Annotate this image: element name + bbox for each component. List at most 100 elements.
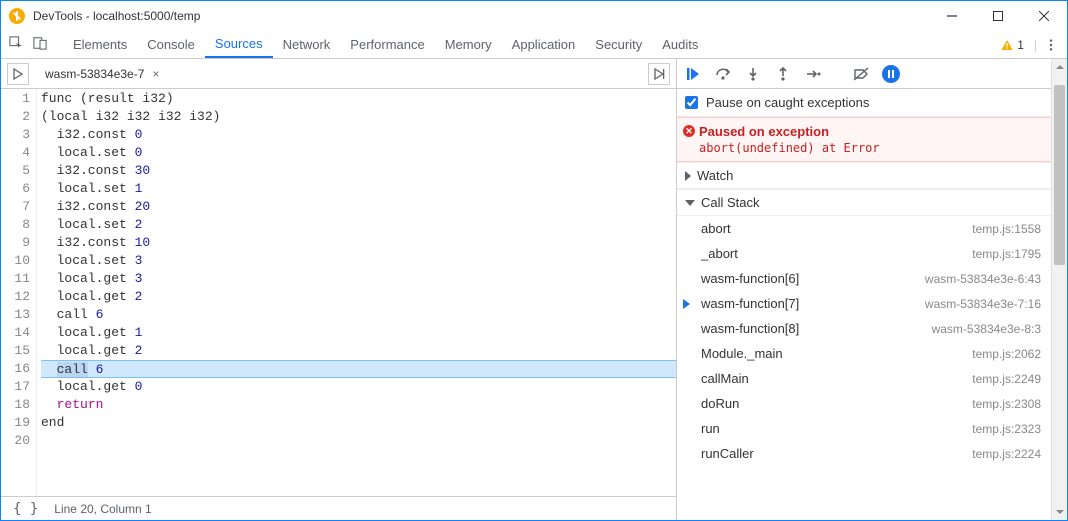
warnings-badge[interactable]: 1 bbox=[1001, 38, 1024, 52]
tab-memory[interactable]: Memory bbox=[435, 31, 502, 58]
code-line[interactable]: local.set 0 bbox=[41, 144, 676, 162]
tab-security[interactable]: Security bbox=[585, 31, 652, 58]
code-line[interactable]: i32.const 0 bbox=[41, 126, 676, 144]
callstack-frame[interactable]: aborttemp.js:1558 bbox=[677, 216, 1051, 241]
callstack-frame[interactable]: wasm-function[7]wasm-53834e3e-7:16 bbox=[677, 291, 1051, 316]
callstack-frame[interactable]: _aborttemp.js:1795 bbox=[677, 241, 1051, 266]
resume-button[interactable] bbox=[681, 62, 705, 86]
code-line[interactable]: end bbox=[41, 414, 676, 432]
tab-performance[interactable]: Performance bbox=[340, 31, 434, 58]
code-line[interactable]: local.set 3 bbox=[41, 252, 676, 270]
tab-application[interactable]: Application bbox=[502, 31, 586, 58]
frame-location: temp.js:2323 bbox=[972, 422, 1041, 436]
callstack-frame[interactable]: runtemp.js:2323 bbox=[677, 416, 1051, 441]
tab-console[interactable]: Console bbox=[137, 31, 205, 58]
tab-sources[interactable]: Sources bbox=[205, 31, 273, 58]
right-panel-scrollbar[interactable] bbox=[1051, 59, 1067, 520]
code-line[interactable]: local.get 2 bbox=[41, 342, 676, 360]
frame-location: temp.js:2224 bbox=[972, 447, 1041, 461]
frame-location: temp.js:1795 bbox=[972, 247, 1041, 261]
pretty-print-icon[interactable]: { } bbox=[13, 501, 38, 517]
code-area[interactable]: func (result i32)(local i32 i32 i32 i32)… bbox=[37, 89, 676, 496]
code-line[interactable]: local.set 1 bbox=[41, 180, 676, 198]
frame-location: temp.js:1558 bbox=[972, 222, 1041, 236]
line-gutter: 1234567891011121314151617181920 bbox=[1, 89, 37, 496]
step-into-button[interactable] bbox=[741, 62, 765, 86]
error-icon: ✕ bbox=[683, 125, 695, 137]
close-file-icon[interactable]: × bbox=[152, 67, 159, 81]
callstack-label: Call Stack bbox=[701, 195, 760, 210]
frame-function: run bbox=[701, 421, 972, 436]
code-line[interactable]: func (result i32) bbox=[41, 90, 676, 108]
callstack-frame[interactable]: doRuntemp.js:2308 bbox=[677, 391, 1051, 416]
frame-function: wasm-function[7] bbox=[701, 296, 925, 311]
code-line[interactable]: call 6 bbox=[41, 360, 676, 378]
pause-on-exceptions-button[interactable] bbox=[879, 62, 903, 86]
pause-on-caught-checkbox[interactable] bbox=[685, 96, 698, 109]
code-line[interactable]: (local i32 i32 i32 i32) bbox=[41, 108, 676, 126]
frame-function: abort bbox=[701, 221, 972, 236]
code-line[interactable]: return bbox=[41, 396, 676, 414]
frame-function: doRun bbox=[701, 396, 972, 411]
callstack-list[interactable]: aborttemp.js:1558_aborttemp.js:1795wasm-… bbox=[677, 216, 1051, 520]
code-line[interactable]: local.get 3 bbox=[41, 270, 676, 288]
paused-message: abort(undefined) at Error bbox=[699, 141, 1041, 155]
step-over-button[interactable] bbox=[711, 62, 735, 86]
pause-on-caught-label: Pause on caught exceptions bbox=[706, 95, 869, 110]
editor-statusbar: { } Line 20, Column 1 bbox=[1, 496, 676, 520]
frame-location: wasm-53834e3e-7:16 bbox=[925, 297, 1041, 311]
code-line[interactable]: local.get 0 bbox=[41, 378, 676, 396]
callstack-frame[interactable]: Module._maintemp.js:2062 bbox=[677, 341, 1051, 366]
more-tabs-icon[interactable] bbox=[648, 63, 670, 85]
frame-location: temp.js:2062 bbox=[972, 347, 1041, 361]
device-toolbar-icon[interactable] bbox=[33, 36, 47, 53]
step-button[interactable] bbox=[801, 62, 825, 86]
debugger-toolbar bbox=[677, 59, 1051, 89]
pause-on-caught-checkbox-row[interactable]: Pause on caught exceptions bbox=[677, 89, 1051, 117]
source-file-name: wasm-53834e3e-7 bbox=[45, 67, 144, 81]
frame-function: Module._main bbox=[701, 346, 972, 361]
tab-audits[interactable]: Audits bbox=[652, 31, 708, 58]
callstack-frame[interactable]: callMaintemp.js:2249 bbox=[677, 366, 1051, 391]
code-line[interactable] bbox=[41, 432, 676, 450]
frame-function: _abort bbox=[701, 246, 972, 261]
devtools-tabs: ElementsConsoleSourcesNetworkPerformance… bbox=[1, 31, 1067, 59]
code-editor[interactable]: 1234567891011121314151617181920 func (re… bbox=[1, 89, 676, 496]
callstack-frame[interactable]: wasm-function[6]wasm-53834e3e-6:43 bbox=[677, 266, 1051, 291]
code-line[interactable]: local.set 2 bbox=[41, 216, 676, 234]
watch-label: Watch bbox=[697, 168, 733, 183]
window-close-button[interactable] bbox=[1021, 1, 1067, 31]
code-line[interactable]: local.get 1 bbox=[41, 324, 676, 342]
source-file-tabbar: wasm-53834e3e-7 × bbox=[1, 59, 676, 89]
inspect-element-icon[interactable] bbox=[9, 36, 23, 53]
watch-pane-header[interactable]: Watch bbox=[677, 162, 1051, 189]
scrollbar-thumb[interactable] bbox=[1054, 85, 1065, 265]
collapse-icon bbox=[685, 200, 695, 206]
code-line[interactable]: local.get 2 bbox=[41, 288, 676, 306]
tab-network[interactable]: Network bbox=[273, 31, 341, 58]
frame-location: temp.js:2249 bbox=[972, 372, 1041, 386]
callstack-pane-header[interactable]: Call Stack bbox=[677, 189, 1051, 216]
window-minimize-button[interactable] bbox=[929, 1, 975, 31]
deactivate-breakpoints-button[interactable] bbox=[849, 62, 873, 86]
step-out-button[interactable] bbox=[771, 62, 795, 86]
frame-location: wasm-53834e3e-8:3 bbox=[932, 322, 1041, 336]
code-line[interactable]: i32.const 30 bbox=[41, 162, 676, 180]
frame-function: runCaller bbox=[701, 446, 972, 461]
show-navigator-icon[interactable] bbox=[7, 63, 29, 85]
source-file-tab[interactable]: wasm-53834e3e-7 × bbox=[39, 67, 165, 81]
frame-location: temp.js:2308 bbox=[972, 397, 1041, 411]
tab-elements[interactable]: Elements bbox=[63, 31, 137, 58]
expand-icon bbox=[685, 171, 691, 181]
cursor-position: Line 20, Column 1 bbox=[54, 502, 151, 516]
code-line[interactable]: call 6 bbox=[41, 306, 676, 324]
warnings-count: 1 bbox=[1017, 38, 1024, 52]
callstack-frame[interactable]: wasm-function[8]wasm-53834e3e-8:3 bbox=[677, 316, 1051, 341]
window-title: DevTools - localhost:5000/temp bbox=[33, 9, 200, 23]
code-line[interactable]: i32.const 10 bbox=[41, 234, 676, 252]
window-titlebar: DevTools - localhost:5000/temp bbox=[1, 1, 1067, 31]
callstack-frame[interactable]: runCallertemp.js:2224 bbox=[677, 441, 1051, 466]
window-maximize-button[interactable] bbox=[975, 1, 1021, 31]
devtools-menu-icon[interactable] bbox=[1043, 38, 1059, 52]
code-line[interactable]: i32.const 20 bbox=[41, 198, 676, 216]
